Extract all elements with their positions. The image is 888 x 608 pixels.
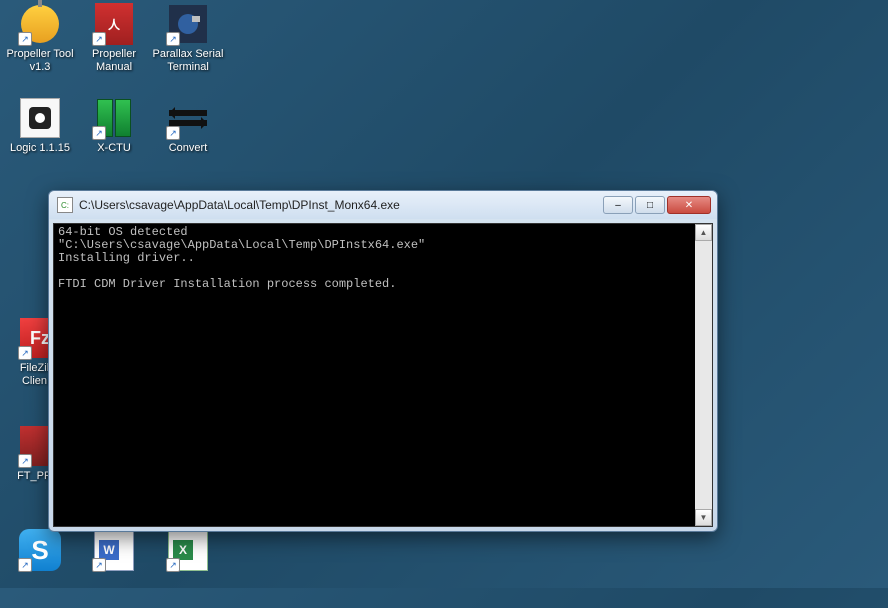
titlebar[interactable]: C: C:\Users\csavage\AppData\Local\Temp\D…: [49, 191, 717, 219]
pst-icon: ↗: [166, 2, 210, 46]
scroll-down-button[interactable]: ▼: [695, 509, 712, 526]
shortcut-arrow-icon: ↗: [92, 32, 106, 46]
shortcut-arrow-icon: ↗: [92, 126, 106, 140]
console-area: 64-bit OS detected "C:\Users\csavage\App…: [53, 223, 713, 527]
pdf-icon: 人↗: [92, 2, 136, 46]
vertical-scrollbar[interactable]: ▲ ▼: [695, 224, 712, 526]
shortcut-arrow-icon: ↗: [166, 558, 180, 572]
shortcut-arrow-icon: ↗: [92, 558, 106, 572]
desktop-icon-label: Convert: [169, 142, 208, 155]
minimize-button[interactable]: –: [603, 196, 633, 214]
console-output: 64-bit OS detected "C:\Users\csavage\App…: [54, 224, 695, 526]
window-controls: – □ ✕: [603, 196, 711, 214]
app-icon: C:: [57, 197, 73, 213]
scroll-track[interactable]: [695, 241, 712, 509]
shortcut-arrow-icon: ↗: [18, 558, 32, 572]
desktop-icon-pst[interactable]: ↗ Parallax Serial Terminal: [150, 2, 226, 82]
excel-icon: ↗: [166, 528, 210, 572]
desktop-icon-excel[interactable]: ↗: [150, 528, 226, 608]
logic-icon: [18, 96, 62, 140]
desktop: ↗Propeller Tool v1.3人↗Propeller Manual↗P…: [0, 0, 888, 588]
desktop-icon-word[interactable]: ↗: [76, 528, 152, 608]
window-title: C:\Users\csavage\AppData\Local\Temp\DPIn…: [79, 198, 603, 212]
close-button[interactable]: ✕: [667, 196, 711, 214]
desktop-icon-propeller[interactable]: ↗ Propeller Tool v1.3: [2, 2, 78, 82]
desktop-icon-label: Parallax Serial Terminal: [151, 48, 225, 74]
maximize-button[interactable]: □: [635, 196, 665, 214]
convert-icon: ↗: [166, 96, 210, 140]
desktop-icon-pdf[interactable]: 人↗Propeller Manual: [76, 2, 152, 82]
desktop-icon-convert[interactable]: ↗ Convert: [150, 96, 226, 176]
shortcut-arrow-icon: ↗: [18, 454, 32, 468]
word-icon: ↗: [92, 528, 136, 572]
desktop-icon-label: X-CTU: [97, 142, 131, 155]
desktop-icon-label: Propeller Tool v1.3: [3, 48, 77, 74]
xctu-icon: ↗: [92, 96, 136, 140]
shortcut-arrow-icon: ↗: [166, 32, 180, 46]
shortcut-arrow-icon: ↗: [18, 346, 32, 360]
desktop-icon-label: Propeller Manual: [77, 48, 151, 74]
desktop-icon-grid: ↗Propeller Tool v1.3人↗Propeller Manual↗P…: [0, 0, 16, 16]
propeller-icon: ↗: [18, 2, 62, 46]
desktop-icon-logic[interactable]: Logic 1.1.15: [2, 96, 78, 176]
shortcut-arrow-icon: ↗: [166, 126, 180, 140]
desktop-icon-xctu[interactable]: ↗ X-CTU: [76, 96, 152, 176]
desktop-icon-label: Logic 1.1.15: [10, 142, 70, 155]
scroll-up-button[interactable]: ▲: [695, 224, 712, 241]
command-prompt-window: C: C:\Users\csavage\AppData\Local\Temp\D…: [48, 190, 718, 532]
desktop-icon-skype[interactable]: S↗: [2, 528, 78, 608]
shortcut-arrow-icon: ↗: [18, 32, 32, 46]
skype-icon: S↗: [18, 528, 62, 572]
